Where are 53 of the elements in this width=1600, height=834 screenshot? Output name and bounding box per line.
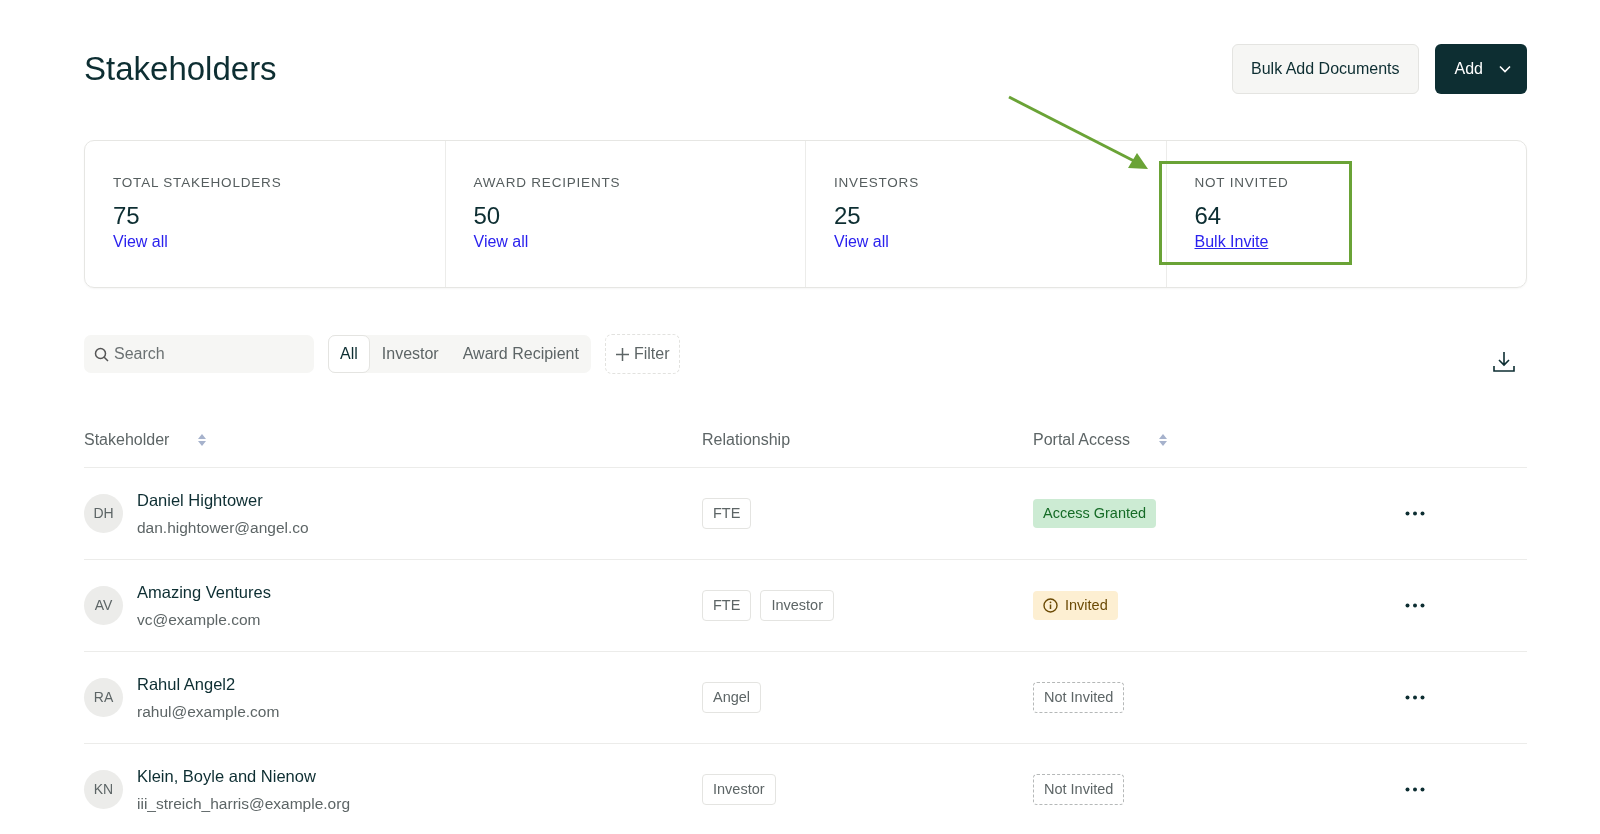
chevron-down-icon bbox=[1499, 65, 1511, 73]
filter-tab[interactable]: Investor bbox=[369, 335, 451, 373]
avatar: RA bbox=[84, 678, 123, 717]
stat-value: 64 bbox=[1194, 203, 1223, 230]
relationship-tag: Angel bbox=[702, 681, 762, 714]
info-icon bbox=[1043, 598, 1058, 613]
avatar: DH bbox=[84, 494, 123, 533]
stakeholder-email: vc@example.com bbox=[137, 609, 262, 630]
stat-value: 75 bbox=[113, 203, 141, 230]
relationship-tag: FTE bbox=[702, 497, 752, 530]
stat-link[interactable]: Bulk Invite bbox=[1194, 232, 1269, 250]
relationship-tag: FTE bbox=[702, 589, 752, 622]
stat-value: 25 bbox=[834, 203, 862, 230]
stakeholder-email: dan.hightower@angel.co bbox=[137, 517, 309, 538]
stat-label: NOT INVITED bbox=[1194, 174, 1289, 192]
access-status: Access Granted bbox=[1033, 498, 1157, 529]
column-header: Relationship bbox=[702, 429, 791, 450]
page-title: Stakeholders bbox=[84, 49, 277, 89]
column-header: Stakeholder bbox=[84, 429, 170, 450]
access-status: Invited bbox=[1033, 590, 1118, 621]
plus-icon bbox=[615, 347, 629, 361]
filter-button[interactable]: Filter bbox=[604, 334, 681, 374]
avatar: KN bbox=[84, 770, 123, 809]
relationship-tag: Investor bbox=[702, 773, 776, 806]
bulk-add-documents-button[interactable]: Bulk Add Documents bbox=[1232, 44, 1419, 94]
stat-label: AWARD RECIPIENTS bbox=[473, 174, 621, 192]
search-icon bbox=[94, 347, 109, 362]
avatar: AV bbox=[84, 586, 123, 625]
stakeholder-email: iii_streich_harris@example.org bbox=[137, 793, 350, 814]
stakeholder-email: rahul@example.com bbox=[137, 701, 280, 722]
access-status: Not Invited bbox=[1033, 681, 1125, 714]
search-field[interactable]: Search bbox=[84, 335, 314, 373]
stakeholder-name: Klein, Boyle and Nienow bbox=[137, 766, 317, 787]
stakeholder-name: Amazing Ventures bbox=[137, 582, 271, 603]
stat-link[interactable]: View all bbox=[113, 232, 168, 250]
filter-tab[interactable]: Award Recipient bbox=[450, 335, 591, 373]
column-header: Portal Access bbox=[1033, 429, 1130, 450]
stakeholder-name: Rahul Angel2 bbox=[137, 674, 237, 695]
relationship-tag: Investor bbox=[760, 589, 834, 622]
stat-value: 50 bbox=[473, 203, 502, 230]
add-button[interactable]: Add bbox=[1434, 44, 1527, 94]
access-status: Not Invited bbox=[1033, 773, 1125, 806]
more-options-icon[interactable] bbox=[1405, 787, 1425, 792]
more-options-icon[interactable] bbox=[1405, 695, 1425, 700]
stat-link[interactable]: View all bbox=[834, 232, 889, 250]
stat-link[interactable]: View all bbox=[473, 232, 529, 250]
more-options-icon[interactable] bbox=[1405, 511, 1425, 516]
filter-tab[interactable]: All bbox=[328, 335, 370, 373]
download-icon[interactable] bbox=[1493, 350, 1515, 372]
stakeholder-name: Daniel Hightower bbox=[137, 490, 264, 511]
stat-label: INVESTORS bbox=[834, 174, 919, 192]
stat-label: TOTAL STAKEHOLDERS bbox=[113, 174, 282, 192]
more-options-icon[interactable] bbox=[1405, 603, 1425, 608]
